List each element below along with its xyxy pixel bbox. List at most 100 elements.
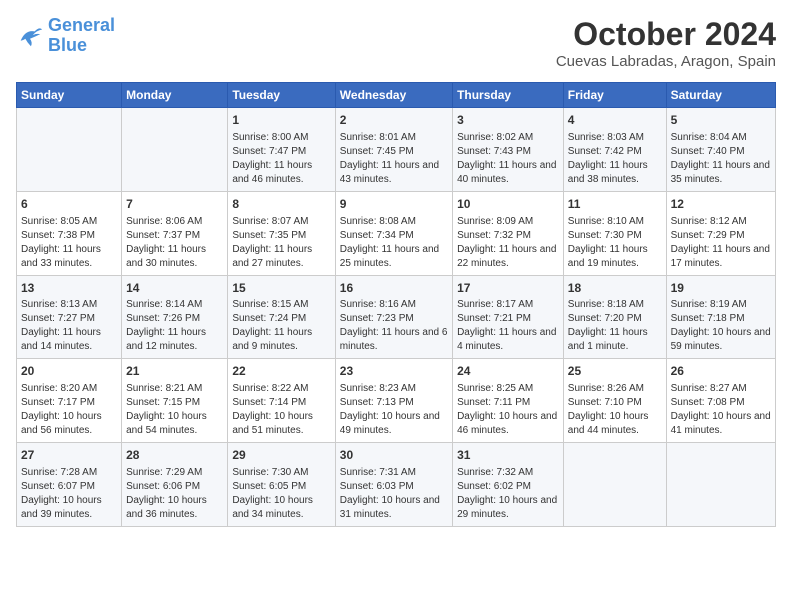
day-info: Sunset: 7:30 PM [568,229,662,243]
day-info: Sunrise: 8:25 AM [457,382,559,396]
day-number: 8 [232,196,330,213]
day-info: Sunrise: 8:12 AM [671,215,771,229]
day-number: 23 [340,363,448,380]
day-info: Daylight: 11 hours and 6 minutes. [340,326,448,354]
calendar-week-row: 27Sunrise: 7:28 AMSunset: 6:07 PMDayligh… [17,443,776,527]
calendar-cell [666,443,775,527]
day-number: 22 [232,363,330,380]
calendar-cell: 28Sunrise: 7:29 AMSunset: 6:06 PMDayligh… [122,443,228,527]
day-info: Sunset: 7:17 PM [21,396,117,410]
day-info: Sunrise: 8:10 AM [568,215,662,229]
day-info: Sunset: 6:02 PM [457,480,559,494]
day-info: Sunrise: 8:07 AM [232,215,330,229]
calendar-week-row: 1Sunrise: 8:00 AMSunset: 7:47 PMDaylight… [17,108,776,192]
day-info: Daylight: 10 hours and 29 minutes. [457,494,559,522]
calendar-cell: 20Sunrise: 8:20 AMSunset: 7:17 PMDayligh… [17,359,122,443]
day-info: Daylight: 10 hours and 54 minutes. [126,410,223,438]
weekday-header: Tuesday [228,83,335,108]
logo-icon [16,22,44,50]
day-info: Daylight: 11 hours and 38 minutes. [568,159,662,187]
day-info: Sunset: 7:18 PM [671,312,771,326]
calendar-cell: 30Sunrise: 7:31 AMSunset: 6:03 PMDayligh… [335,443,452,527]
day-info: Sunset: 7:29 PM [671,229,771,243]
page-subtitle: Cuevas Labradas, Aragon, Spain [556,53,776,70]
day-number: 25 [568,363,662,380]
day-info: Sunrise: 7:31 AM [340,466,448,480]
calendar-cell: 9Sunrise: 8:08 AMSunset: 7:34 PMDaylight… [335,191,452,275]
calendar-cell: 18Sunrise: 8:18 AMSunset: 7:20 PMDayligh… [563,275,666,359]
day-info: Sunrise: 8:09 AM [457,215,559,229]
calendar-cell: 29Sunrise: 7:30 AMSunset: 6:05 PMDayligh… [228,443,335,527]
calendar-cell: 2 Sunrise: 8:01 AMSunset: 7:45 PMDaylight… [335,108,452,192]
day-info: Sunrise: 8:14 AM [126,298,223,312]
day-info: Sunrise: 8:01 AM [340,131,448,145]
day-info: Daylight: 10 hours and 46 minutes. [457,410,559,438]
day-info: Sunrise: 8:22 AM [232,382,330,396]
page-header: General Blue October 2024 Cuevas Labrada… [16,16,776,70]
day-info: Sunrise: 8:04 AM [671,131,771,145]
day-info: Daylight: 10 hours and 41 minutes. [671,410,771,438]
day-info: Sunrise: 8:05 AM [21,215,117,229]
day-info: Sunset: 6:07 PM [21,480,117,494]
day-info: Sunrise: 8:21 AM [126,382,223,396]
day-number: 13 [21,280,117,297]
day-info: Sunrise: 7:32 AM [457,466,559,480]
calendar-cell: 14Sunrise: 8:14 AMSunset: 7:26 PMDayligh… [122,275,228,359]
day-info: Sunset: 7:10 PM [568,396,662,410]
calendar-cell: 22Sunrise: 8:22 AMSunset: 7:14 PMDayligh… [228,359,335,443]
day-info: Daylight: 10 hours and 49 minutes. [340,410,448,438]
calendar-cell: 11Sunrise: 8:10 AMSunset: 7:30 PMDayligh… [563,191,666,275]
day-number: 2 [340,112,448,129]
day-number: 31 [457,447,559,464]
day-info: Sunrise: 8:13 AM [21,298,117,312]
day-info: Sunset: 7:21 PM [457,312,559,326]
day-number: 10 [457,196,559,213]
day-info: Sunset: 7:14 PM [232,396,330,410]
day-info: Daylight: 11 hours and 40 minutes. [457,159,559,187]
day-info: Sunrise: 7:30 AM [232,466,330,480]
calendar-cell: 24Sunrise: 8:25 AMSunset: 7:11 PMDayligh… [453,359,564,443]
day-number: 28 [126,447,223,464]
day-info: Daylight: 11 hours and 17 minutes. [671,243,771,271]
title-block: October 2024 Cuevas Labradas, Aragon, Sp… [556,16,776,70]
day-info: Sunrise: 7:28 AM [21,466,117,480]
day-info: Sunset: 6:03 PM [340,480,448,494]
day-number: 18 [568,280,662,297]
day-info: Sunset: 7:23 PM [340,312,448,326]
day-info: Sunset: 6:05 PM [232,480,330,494]
day-number: 24 [457,363,559,380]
day-info: Sunrise: 8:23 AM [340,382,448,396]
weekday-header: Thursday [453,83,564,108]
day-info: Daylight: 11 hours and 43 minutes. [340,159,448,187]
day-info: Sunset: 7:42 PM [568,145,662,159]
day-number: 26 [671,363,771,380]
day-info: Daylight: 11 hours and 4 minutes. [457,326,559,354]
calendar-cell: 21Sunrise: 8:21 AMSunset: 7:15 PMDayligh… [122,359,228,443]
day-info: Sunset: 7:08 PM [671,396,771,410]
day-number: 11 [568,196,662,213]
day-number: 17 [457,280,559,297]
day-info: Sunrise: 7:29 AM [126,466,223,480]
day-info: Daylight: 11 hours and 35 minutes. [671,159,771,187]
day-info: Sunset: 7:13 PM [340,396,448,410]
calendar-cell: 27Sunrise: 7:28 AMSunset: 6:07 PMDayligh… [17,443,122,527]
calendar-cell [563,443,666,527]
day-number: 6 [21,196,117,213]
day-info: Sunrise: 8:19 AM [671,298,771,312]
day-info: Sunrise: 8:03 AM [568,131,662,145]
day-info: Daylight: 10 hours and 31 minutes. [340,494,448,522]
day-info: Sunset: 7:45 PM [340,145,448,159]
day-info: Daylight: 11 hours and 12 minutes. [126,326,223,354]
calendar-cell: 31 Sunrise: 7:32 AMSunset: 6:02 PMDayligh… [453,443,564,527]
logo-text: General Blue [48,16,115,56]
day-info: Daylight: 11 hours and 14 minutes. [21,326,117,354]
day-info: Sunrise: 8:02 AM [457,131,559,145]
calendar-cell: 15Sunrise: 8:15 AMSunset: 7:24 PMDayligh… [228,275,335,359]
weekday-header: Friday [563,83,666,108]
day-info: Daylight: 11 hours and 1 minute. [568,326,662,354]
weekday-header: Sunday [17,83,122,108]
day-number: 29 [232,447,330,464]
day-number: 21 [126,363,223,380]
day-info: Sunrise: 8:08 AM [340,215,448,229]
page-title: October 2024 [556,16,776,53]
